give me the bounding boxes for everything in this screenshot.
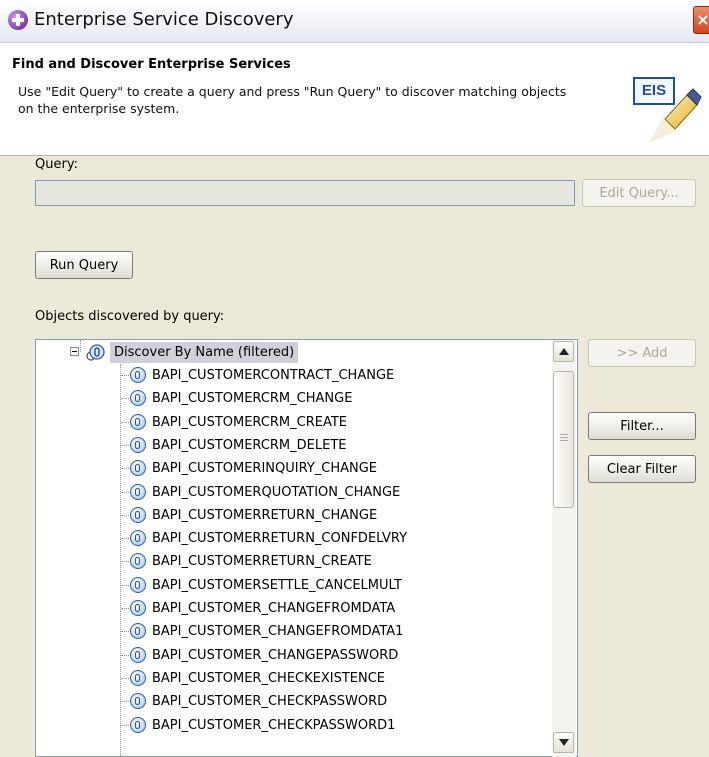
tree-guide: [121, 725, 129, 726]
tree-item-label: BAPI_CUSTOMER_CHECKPASSWORD: [152, 694, 388, 709]
tree-item-label: BAPI_CUSTOMERCRM_CHANGE: [152, 391, 353, 406]
business-object-icon: [130, 717, 146, 733]
tree-item-label: BAPI_CUSTOMERINQUIRY_CHANGE: [152, 461, 378, 476]
filter-button[interactable]: Filter...: [588, 412, 696, 440]
tree-item-label: BAPI_CUSTOMER_CHECKEXISTENCE: [152, 671, 386, 686]
business-object-icon: [130, 507, 146, 523]
business-object-icon: [130, 460, 146, 476]
chevron-down-icon: [559, 739, 569, 746]
plus-circle-icon: [8, 10, 28, 30]
business-object-icon: [130, 647, 146, 663]
query-label: Query:: [35, 157, 78, 172]
query-input[interactable]: [35, 180, 575, 206]
add-button[interactable]: >> Add: [588, 339, 696, 367]
tree-item-label: BAPI_CUSTOMERCRM_CREATE: [152, 415, 348, 430]
window-title: Enterprise Service Discovery: [34, 9, 294, 30]
business-object-icon: [130, 390, 146, 406]
tree-guide: [121, 678, 129, 679]
tree-guide: [121, 655, 129, 656]
discover-object-icon: [86, 344, 105, 361]
business-object-icon: [130, 367, 146, 383]
tree-guide: [121, 492, 129, 493]
scroll-up-button[interactable]: [553, 341, 574, 362]
objects-tree[interactable]: Discover By Name (filtered) BAPI_CUSTOME…: [35, 339, 578, 757]
tree-root-label: Discover By Name (filtered): [110, 342, 299, 363]
business-object-icon: [130, 414, 146, 430]
page-title: Find and Discover Enterprise Services: [12, 57, 291, 72]
close-button[interactable]: ×: [693, 6, 709, 34]
business-object-icon: [130, 623, 146, 639]
title-bar: Enterprise Service Discovery ×: [0, 0, 709, 43]
tree-guide: [121, 515, 129, 516]
tree-guide: [121, 631, 129, 632]
tree-guide: [121, 398, 129, 399]
tree-guide: [121, 561, 129, 562]
tree-guide: [121, 468, 129, 469]
tree-guide: [121, 701, 129, 702]
edit-query-button[interactable]: Edit Query...: [582, 179, 696, 207]
clear-filter-button[interactable]: Clear Filter: [588, 455, 696, 483]
business-object-icon: [130, 600, 146, 616]
tree-root[interactable]: Discover By Name (filtered): [70, 341, 390, 364]
tree-item-label: BAPI_CUSTOMER_CHANGEPASSWORD: [152, 648, 399, 663]
scroll-thumb[interactable]: [553, 371, 574, 508]
tree-guide: [121, 608, 129, 609]
tree-guide: [121, 445, 129, 446]
objects-label: Objects discovered by query:: [35, 309, 225, 324]
tree-item-label: BAPI_CUSTOMER_CHECKPASSWORD1: [152, 718, 396, 733]
header-banner: Find and Discover Enterprise Services Us…: [0, 43, 709, 156]
tree-item-label: BAPI_CUSTOMERRETURN_CREATE: [152, 554, 372, 569]
business-object-icon: [130, 553, 146, 569]
tree-guide: [121, 538, 129, 539]
tree-guide: [121, 585, 129, 586]
tree-scrollbar[interactable]: [552, 340, 576, 757]
run-query-button[interactable]: Run Query: [35, 251, 133, 279]
business-object-icon: [130, 484, 146, 500]
business-object-icon: [130, 530, 146, 546]
tree-item-label: BAPI_CUSTOMERCRM_DELETE: [152, 438, 347, 453]
business-object-icon: [130, 693, 146, 709]
business-object-icon: [130, 437, 146, 453]
eis-logo: EIS: [633, 73, 705, 145]
tree-item-label: BAPI_CUSTOMERRETURN_CONFDELVRY: [152, 531, 408, 546]
flashlight-icon: [649, 88, 702, 143]
tree-item-label: BAPI_CUSTOMER_CHANGEFROMDATA1: [152, 624, 404, 639]
page-description: Use "Edit Query" to create a query and p…: [18, 84, 567, 116]
tree-item-label: BAPI_CUSTOMERCONTRACT_CHANGE: [152, 368, 395, 383]
tree-item-label: BAPI_CUSTOMERQUOTATION_CHANGE: [152, 485, 401, 500]
chevron-up-icon: [559, 348, 569, 355]
tree-item-label: BAPI_CUSTOMER_CHANGEFROMDATA: [152, 601, 396, 616]
tree-guide: [121, 422, 129, 423]
tree-item-label: BAPI_CUSTOMERRETURN_CHANGE: [152, 508, 378, 523]
tree-guide: [121, 375, 129, 376]
collapse-icon[interactable]: [70, 347, 79, 356]
business-object-icon: [130, 670, 146, 686]
business-object-icon: [130, 577, 146, 593]
tree-item-label: BAPI_CUSTOMERSETTLE_CANCELMULT: [152, 578, 402, 593]
scroll-down-button[interactable]: [553, 732, 574, 753]
